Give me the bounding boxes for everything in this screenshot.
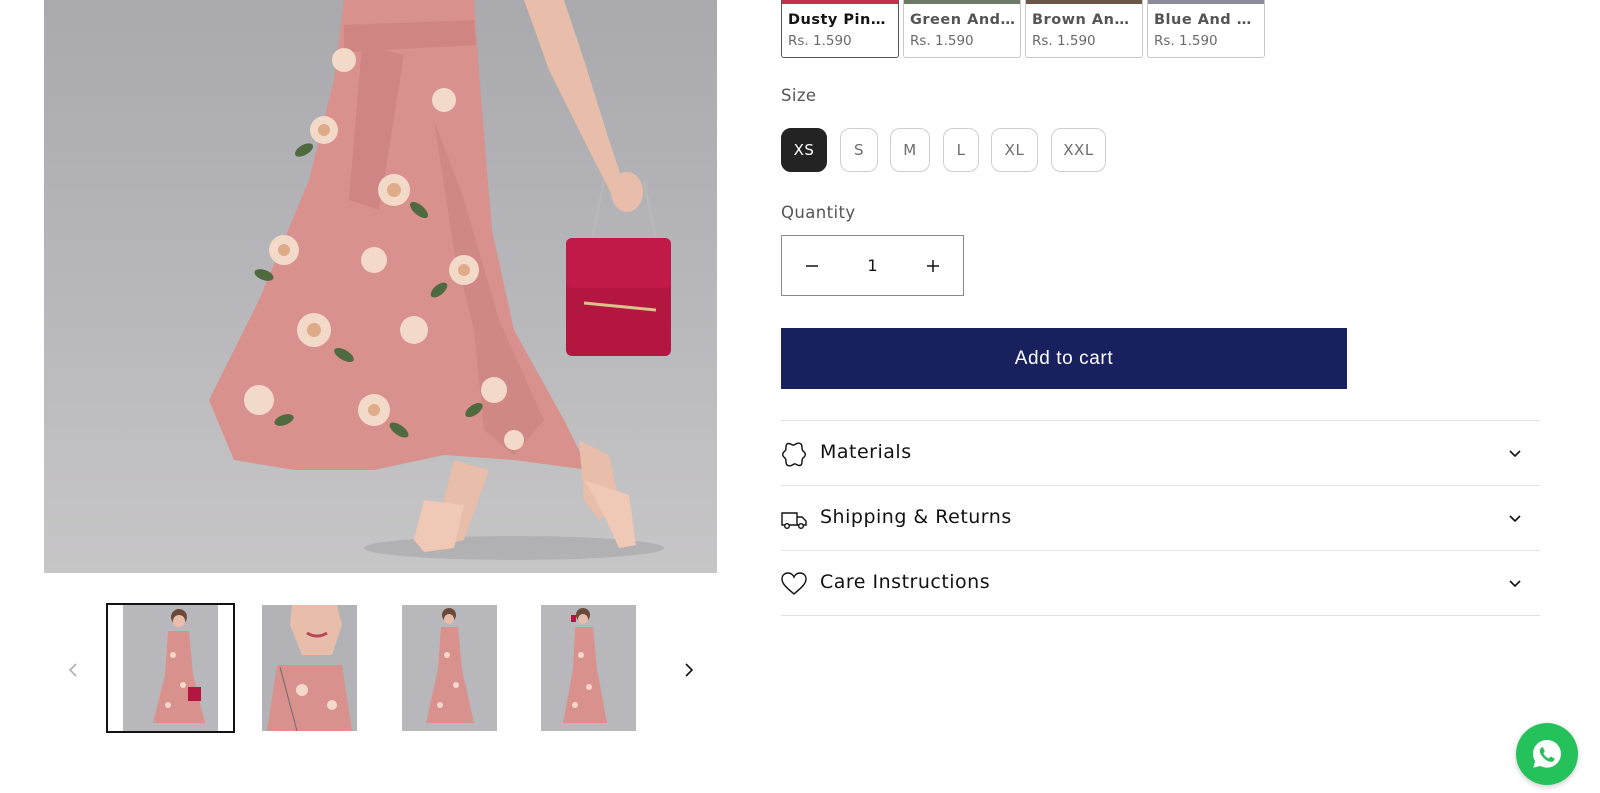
thumbnail-1[interactable]	[123, 605, 218, 731]
quantity-decrease-button[interactable]	[782, 236, 842, 295]
add-to-cart-button[interactable]: Add to cart	[781, 328, 1347, 389]
accordion-title: Shipping & Returns	[820, 506, 1012, 528]
chevron-right-icon	[685, 663, 694, 677]
variant-price: Rs. 1.590	[910, 33, 974, 49]
size-option-s[interactable]: S	[840, 128, 878, 172]
dress-closeup-thumbnail	[262, 605, 357, 731]
truck-icon	[781, 512, 807, 530]
size-option-m[interactable]: M	[890, 128, 930, 172]
dress-front-thumbnail	[123, 605, 218, 731]
variant-card-2[interactable]: Green And P... Rs. 1.590	[903, 0, 1021, 58]
divider	[781, 615, 1540, 616]
main-product-image[interactable]	[44, 0, 717, 573]
thumbnail-3[interactable]	[402, 605, 497, 731]
chevron-left-icon	[68, 663, 77, 677]
dress-side-thumbnail	[541, 605, 636, 731]
whatsapp-icon	[1533, 740, 1561, 768]
variant-name: Green And P...	[910, 12, 1016, 28]
chevron-down-icon	[1509, 515, 1521, 523]
variant-price: Rs. 1.590	[1154, 33, 1218, 49]
accordion-care-instructions[interactable]: Care Instructions	[781, 551, 1540, 615]
quantity-increase-button[interactable]	[903, 236, 963, 295]
plus-icon	[927, 259, 939, 272]
size-option-xl[interactable]: XL	[991, 128, 1038, 172]
variant-swatch	[1148, 0, 1264, 4]
variant-name: Brown And ...	[1032, 12, 1138, 28]
quantity-input[interactable]: 1	[842, 236, 903, 295]
materials-icon	[782, 442, 806, 467]
size-option-l[interactable]: L	[943, 128, 979, 172]
chevron-down-icon	[1509, 450, 1521, 458]
thumbnail-prev-button[interactable]	[58, 655, 88, 685]
quantity-stepper: 1	[781, 235, 964, 296]
variant-swatch	[782, 0, 898, 4]
accordion-shipping-returns[interactable]: Shipping & Returns	[781, 486, 1540, 550]
accordion-title: Materials	[820, 441, 912, 463]
size-label: Size	[781, 86, 817, 105]
size-option-xs[interactable]: XS	[781, 128, 827, 172]
accordion-materials[interactable]: Materials	[781, 421, 1540, 485]
size-option-xxl[interactable]: XXL	[1051, 128, 1106, 172]
quantity-label: Quantity	[781, 203, 856, 222]
chevron-down-icon	[1509, 580, 1521, 588]
variant-price: Rs. 1.590	[788, 33, 852, 49]
variant-card-1[interactable]: Dusty Pink ... Rs. 1.590	[781, 0, 899, 58]
accordion-title: Care Instructions	[820, 571, 991, 593]
thumbnail-4[interactable]	[541, 605, 636, 731]
variant-swatch	[1026, 0, 1142, 4]
variant-name: Blue And Pe...	[1154, 12, 1260, 28]
variant-card-4[interactable]: Blue And Pe... Rs. 1.590	[1147, 0, 1265, 58]
variant-card-3[interactable]: Brown And ... Rs. 1.590	[1025, 0, 1143, 58]
variant-name: Dusty Pink ...	[788, 12, 894, 28]
thumbnail-next-button[interactable]	[674, 655, 704, 685]
heart-icon	[781, 572, 807, 595]
whatsapp-chat-button[interactable]	[1516, 723, 1578, 785]
variant-price: Rs. 1.590	[1032, 33, 1096, 49]
variant-swatch	[904, 0, 1020, 4]
thumbnail-2[interactable]	[262, 605, 357, 731]
minus-icon	[806, 264, 818, 267]
dress-walk-thumbnail	[402, 605, 497, 731]
